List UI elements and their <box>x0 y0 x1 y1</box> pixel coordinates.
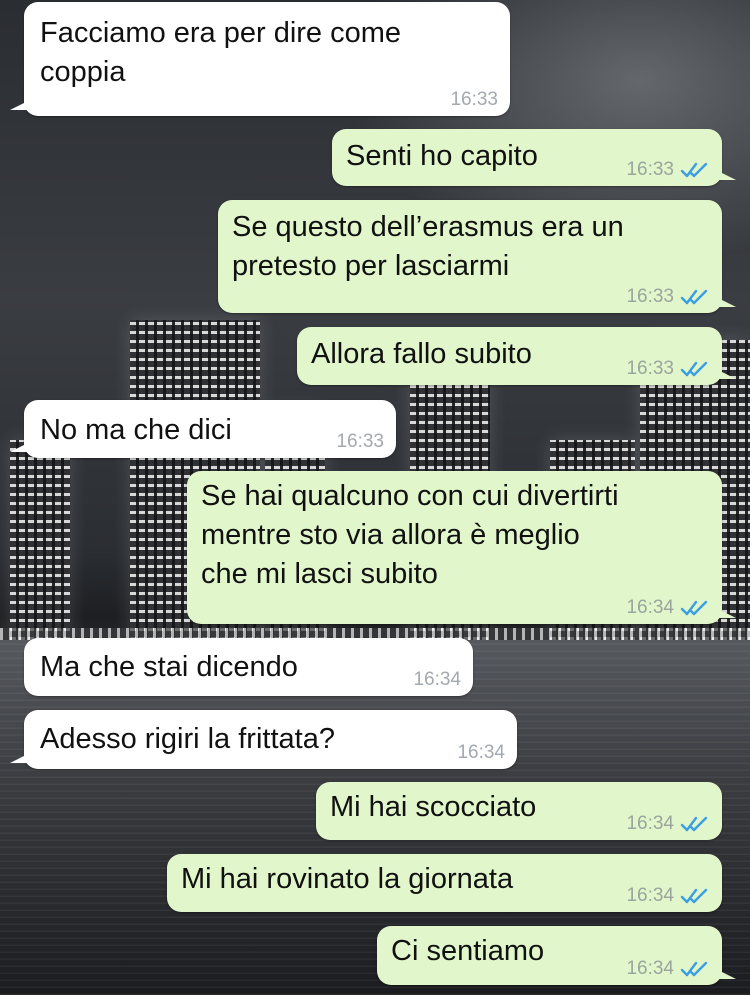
bubble-tail <box>716 608 736 618</box>
message-timestamp: 16:34 <box>626 958 674 979</box>
message-bubble-incoming[interactable]: No ma che dici 16:33 <box>10 400 396 458</box>
message-bubble-outgoing[interactable]: Se questo dell’erasmus era un pretesto p… <box>218 200 736 313</box>
message-timestamp: 16:33 <box>626 159 674 180</box>
message-timestamp: 16:34 <box>626 885 674 906</box>
wallpaper-building <box>10 440 70 640</box>
message-bubble-incoming[interactable]: Ma che stai dicendo 16:34 <box>24 638 473 696</box>
double-check-icon <box>680 961 708 977</box>
bubble-tail <box>10 442 30 452</box>
message-timestamp: 16:34 <box>626 597 674 618</box>
message-bubble-outgoing[interactable]: Ci sentiamo 16:34 <box>377 926 736 985</box>
message-timestamp: 16:34 <box>413 669 461 690</box>
message-timestamp: 16:34 <box>626 813 674 834</box>
double-check-icon <box>680 289 708 305</box>
bubble-tail <box>716 969 736 979</box>
message-text: Mi hai rovinato la giornata <box>181 863 514 895</box>
double-check-icon <box>680 361 708 377</box>
message-bubble-outgoing[interactable]: Senti ho capito 16:33 <box>332 129 736 186</box>
message-text: Senti ho capito <box>346 140 538 172</box>
message-bubble-incoming[interactable]: Facciamo era per dire come coppia 16:33 <box>10 2 510 116</box>
message-text: Facciamo era per dire come coppia <box>40 17 402 88</box>
bubble-tail <box>10 100 30 110</box>
message-text: Se hai qualcuno con cui divertirti mentr… <box>201 480 619 590</box>
message-text: Se questo dell’erasmus era un pretesto p… <box>232 211 624 282</box>
double-check-icon <box>680 162 708 178</box>
bubble-tail <box>716 369 736 379</box>
bubble-tail <box>716 170 736 180</box>
message-timestamp: 16:33 <box>336 431 384 452</box>
message-bubble-outgoing[interactable]: Mi hai scocciato 16:34 <box>316 782 722 840</box>
message-text: Allora fallo subito <box>311 338 532 370</box>
message-text: No ma che dici <box>40 414 232 446</box>
message-text: Adesso rigiri la frittata? <box>40 723 335 755</box>
message-timestamp: 16:33 <box>626 358 674 379</box>
double-check-icon <box>680 600 708 616</box>
message-bubble-outgoing[interactable]: Allora fallo subito 16:33 <box>297 327 736 385</box>
message-bubble-outgoing[interactable]: Mi hai rovinato la giornata 16:34 <box>167 854 722 912</box>
double-check-icon <box>680 888 708 904</box>
message-bubble-outgoing[interactable]: Se hai qualcuno con cui divertirti mentr… <box>187 471 736 624</box>
double-check-icon <box>680 816 708 832</box>
message-text: Ma che stai dicendo <box>40 651 298 683</box>
bubble-tail <box>716 297 736 307</box>
message-timestamp: 16:33 <box>450 89 498 110</box>
message-timestamp: 16:34 <box>457 742 505 763</box>
message-bubble-incoming[interactable]: Adesso rigiri la frittata? 16:34 <box>10 710 517 769</box>
message-text: Mi hai scocciato <box>330 791 537 823</box>
message-text: Ci sentiamo <box>391 935 545 967</box>
message-timestamp: 16:33 <box>626 286 674 307</box>
bubble-tail <box>10 753 30 763</box>
